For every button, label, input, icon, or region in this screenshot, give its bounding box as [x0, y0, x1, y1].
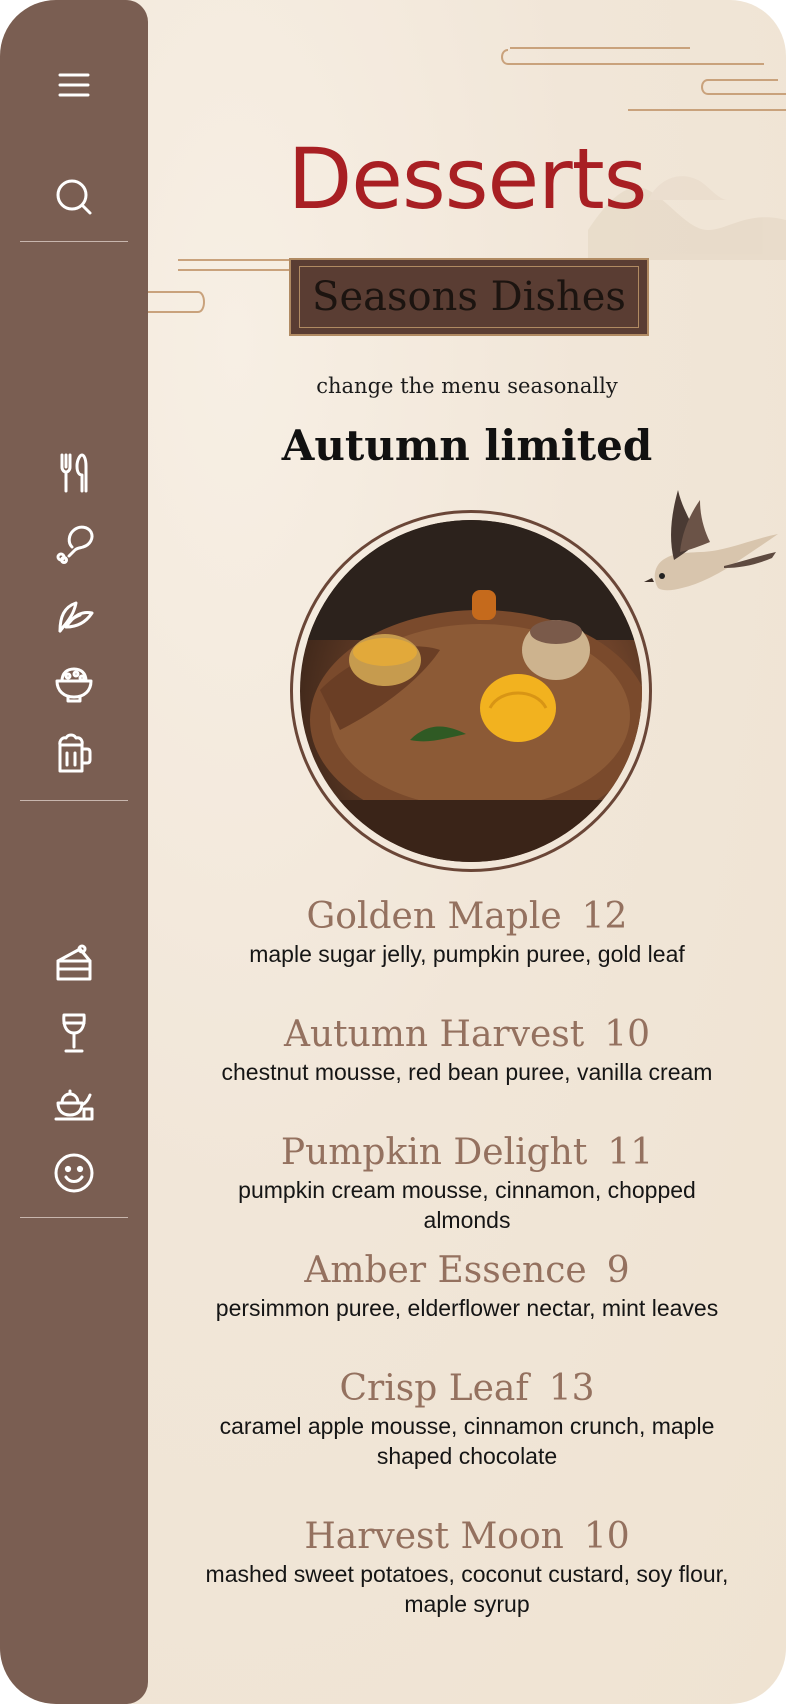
drumstick-icon[interactable] [50, 519, 98, 567]
item-description: caramel apple mousse, cinnamon crunch, m… [219, 1413, 715, 1469]
item-price: 12 [581, 896, 628, 937]
list-item[interactable]: Harvest Moon 10 mashed sweet potatoes, co… [148, 1515, 786, 1619]
item-description: mashed sweet potatoes, coconut custard, … [205, 1561, 729, 1617]
bowl-icon[interactable] [50, 659, 98, 707]
teapot-icon[interactable] [50, 1079, 98, 1127]
item-description: chestnut mousse, red bean puree, vanilla… [221, 1059, 713, 1085]
cake-slice-icon[interactable] [50, 939, 98, 987]
smiley-icon[interactable] [50, 1149, 98, 1197]
item-name: Autumn Harvest [283, 1014, 585, 1055]
item-description: pumpkin cream mousse, cinnamon, chopped … [238, 1177, 696, 1233]
section-banner: Seasons Dishes [289, 258, 649, 336]
list-item[interactable]: Pumpkin Delight 11 pumpkin cream mousse, … [148, 1131, 786, 1235]
beer-mug-icon[interactable] [50, 729, 98, 777]
list-item[interactable]: Crisp Leaf 13 caramel apple mousse, cinna… [148, 1367, 786, 1471]
item-price: 13 [548, 1368, 595, 1409]
item-price: 10 [583, 1516, 630, 1557]
item-price: 9 [606, 1250, 630, 1291]
leaf-icon[interactable] [50, 589, 98, 637]
item-name: Amber Essence [304, 1250, 587, 1291]
page-title: Desserts [287, 130, 648, 228]
item-name: Crisp Leaf [339, 1368, 529, 1409]
utensils-icon[interactable] [50, 449, 98, 497]
item-price: 11 [607, 1132, 654, 1173]
menu-content: Desserts Seasons Dishes change the menu … [148, 0, 786, 1704]
season-heading: Autumn limited [281, 421, 653, 470]
menu-icon[interactable] [50, 61, 98, 109]
dessert-photo-frame [290, 510, 652, 872]
sidebar-divider [20, 241, 128, 242]
sidebar [0, 0, 148, 1704]
banner-text: Seasons Dishes [312, 274, 626, 320]
sidebar-divider [20, 800, 128, 801]
wine-glass-icon[interactable] [50, 1009, 98, 1057]
list-item[interactable]: Autumn Harvest 10 chestnut mousse, red be… [148, 1013, 786, 1087]
dessert-photo [300, 520, 642, 862]
item-description: maple sugar jelly, pumpkin puree, gold l… [249, 941, 685, 967]
bird-illustration [644, 490, 778, 591]
list-item[interactable]: Amber Essence 9 persimmon puree, elderflo… [148, 1249, 786, 1323]
item-name: Harvest Moon [304, 1516, 564, 1557]
page-subtitle: change the menu seasonally [316, 374, 618, 398]
sidebar-divider [20, 1217, 128, 1218]
list-item[interactable]: Golden Maple 12 maple sugar jelly, pumpki… [148, 895, 786, 969]
item-name: Pumpkin Delight [280, 1132, 588, 1173]
app-screen: Desserts Seasons Dishes change the menu … [0, 0, 786, 1704]
search-icon[interactable] [50, 173, 98, 221]
item-description: persimmon puree, elderflower nectar, min… [215, 1295, 719, 1321]
item-name: Golden Maple [306, 896, 562, 937]
item-price: 10 [604, 1014, 651, 1055]
